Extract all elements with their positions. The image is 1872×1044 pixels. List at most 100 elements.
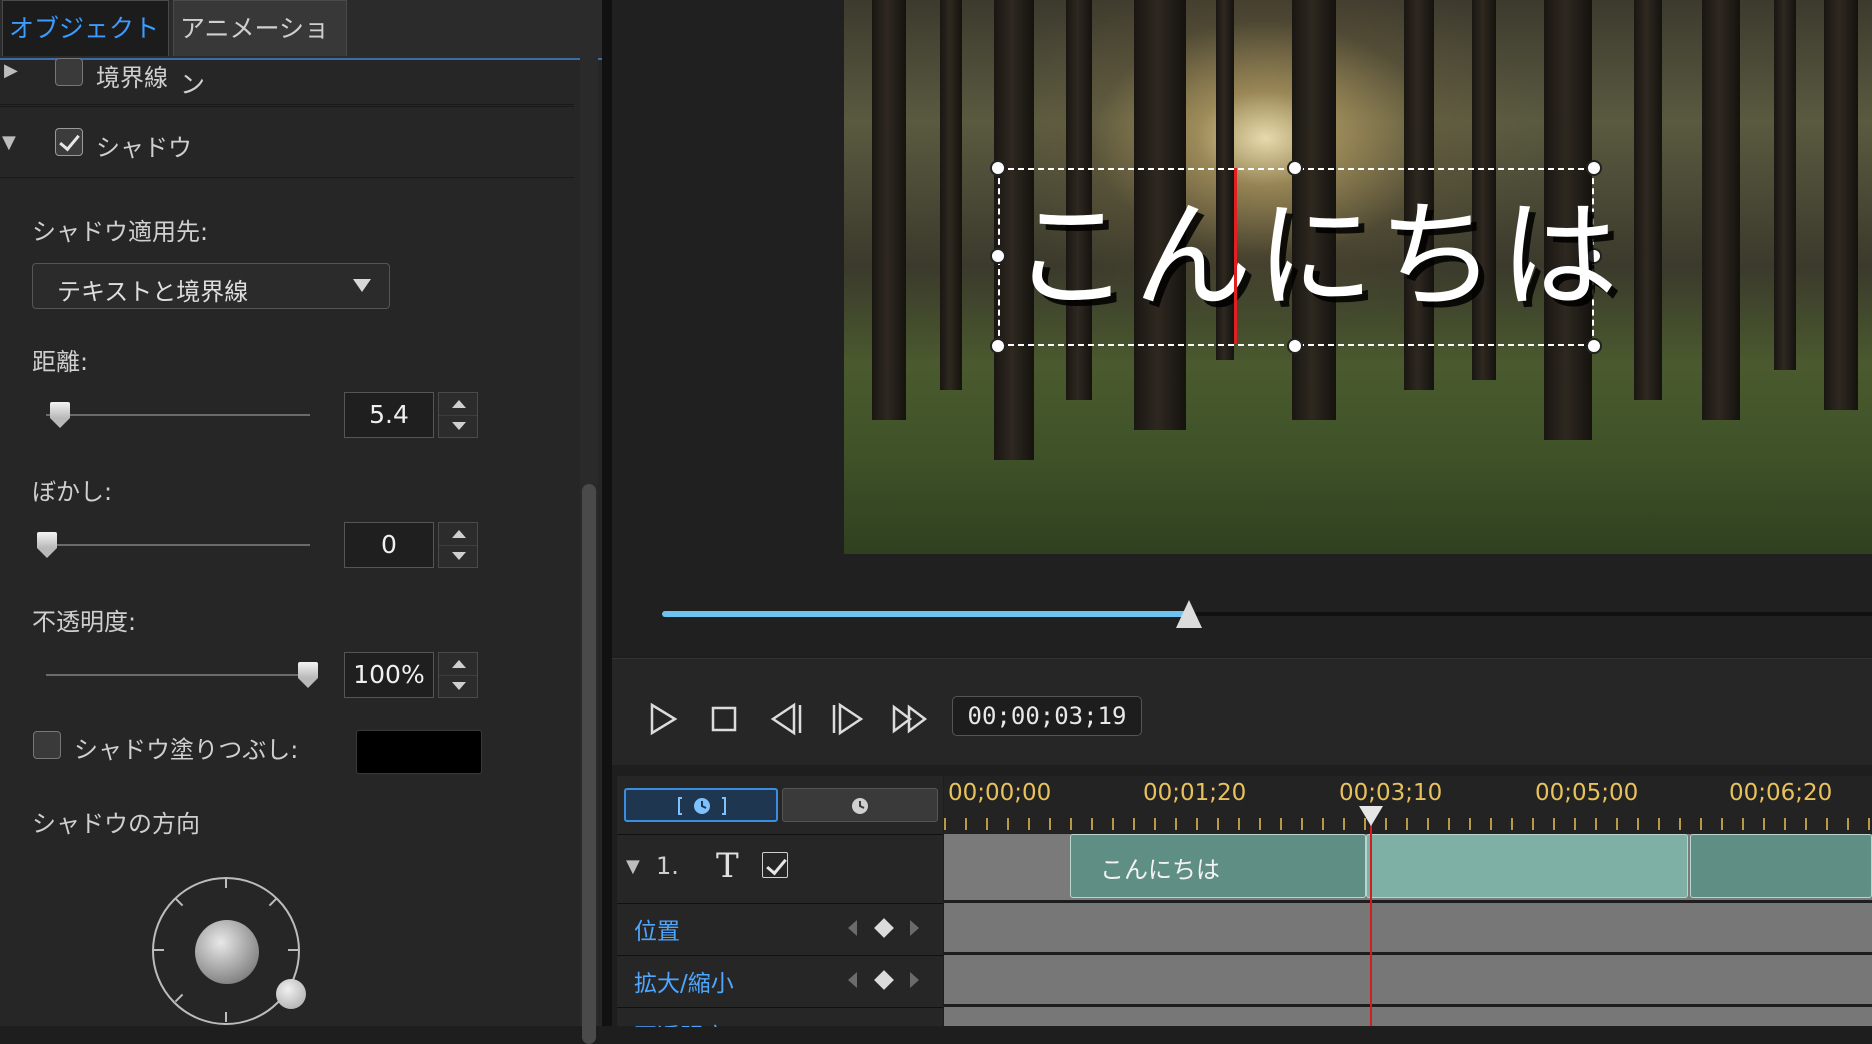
forest-trunk — [1634, 0, 1662, 400]
clip-mode-button[interactable] — [624, 788, 778, 822]
left-panel-scroll-thumb[interactable] — [582, 484, 596, 1044]
chevron-down-icon — [353, 279, 371, 292]
blur-stepper[interactable] — [438, 522, 478, 568]
dial-tick — [288, 949, 298, 951]
spin-up-icon[interactable] — [452, 530, 466, 538]
distance-input[interactable]: 5.4 — [344, 392, 434, 438]
property-row-opacity: 不透明度 — [617, 1007, 943, 1027]
opacity-label: 不透明度: — [32, 608, 137, 636]
spin-up-icon[interactable] — [452, 400, 466, 408]
opacity-slider-track[interactable] — [46, 674, 310, 676]
track-enable-checkbox[interactable] — [762, 852, 788, 878]
expand-border-icon[interactable]: ▶ — [4, 60, 18, 81]
overlay-text[interactable]: こんにちは — [1012, 160, 1622, 331]
shadow-apply-to-label: シャドウ適用先: — [32, 218, 209, 246]
forest-trunk — [1702, 0, 1740, 420]
resize-handle-bottom[interactable] — [1287, 338, 1303, 354]
text-clip-segment[interactable] — [1366, 834, 1688, 898]
previous-keyframe-icon[interactable] — [848, 972, 857, 988]
time-mode-button[interactable] — [782, 788, 938, 822]
next-keyframe-icon[interactable] — [910, 972, 919, 988]
shadow-fill-label: シャドウ塗りつぶし: — [74, 736, 299, 764]
blur-slider-track[interactable] — [46, 544, 310, 546]
clock-icon — [852, 798, 868, 814]
shadow-fill-color-swatch[interactable] — [356, 730, 482, 774]
ruler-label: 00;05;00 — [1535, 780, 1639, 806]
next-frame-icon[interactable] — [828, 699, 868, 739]
previous-keyframe-icon[interactable] — [848, 920, 857, 936]
blur-input[interactable]: 0 — [344, 522, 434, 568]
tab-animation[interactable]: アニメーション — [173, 0, 347, 99]
resize-handle-bottom-left[interactable] — [990, 338, 1006, 354]
forest-trunk — [872, 0, 906, 420]
fast-forward-icon[interactable] — [890, 699, 930, 739]
opacity-stepper[interactable] — [438, 652, 478, 698]
spin-down-icon[interactable] — [452, 682, 466, 690]
dial-knob[interactable] — [195, 920, 259, 984]
collapse-shadow-icon[interactable]: ▼ — [2, 132, 16, 153]
spin-up-icon[interactable] — [452, 660, 466, 668]
shadow-apply-to-dropdown[interactable]: テキストと境界線 — [32, 263, 390, 309]
panel-divider[interactable] — [602, 0, 612, 1026]
border-checkbox[interactable] — [55, 58, 83, 86]
dial-tick — [268, 897, 278, 907]
playhead-handle[interactable] — [1359, 806, 1383, 826]
spin-down-icon[interactable] — [452, 422, 466, 430]
stop-icon[interactable] — [704, 699, 744, 739]
stepper-divider — [439, 675, 477, 676]
opacity-keyframe-lane[interactable] — [944, 1007, 1872, 1026]
text-track-icon: T — [716, 846, 739, 886]
timecode-display[interactable]: 00;00;03;19 — [952, 696, 1142, 736]
tab-object[interactable]: オブジェクト — [2, 0, 169, 56]
forest-trunk — [1774, 0, 1796, 370]
opacity-slider-thumb[interactable] — [298, 662, 318, 688]
distance-stepper[interactable] — [438, 392, 478, 438]
stepper-divider — [439, 545, 477, 546]
dial-direction-handle[interactable] — [276, 979, 306, 1009]
resize-handle-left[interactable] — [990, 248, 1006, 264]
ruler-ticks — [944, 818, 1872, 830]
clip-label: こんにちは — [1100, 856, 1220, 884]
forest-trunk — [1824, 0, 1858, 410]
scale-keyframe-lane[interactable] — [944, 955, 1872, 1004]
blur-label: ぼかし: — [32, 478, 113, 506]
shadow-fill-checkbox[interactable] — [33, 731, 61, 759]
preview-scrubber-thumb[interactable] — [1176, 600, 1202, 628]
resize-handle-bottom-right[interactable] — [1586, 338, 1602, 354]
distance-slider-thumb[interactable] — [50, 402, 70, 428]
shadow-direction-label: シャドウの方向 — [32, 810, 200, 838]
dial-tick — [174, 897, 184, 907]
previous-frame-icon[interactable] — [766, 699, 806, 739]
ruler-label: 00;06;20 — [1729, 780, 1833, 806]
distance-label: 距離: — [32, 348, 89, 376]
shadow-checkbox[interactable] — [55, 128, 83, 156]
shadow-direction-dial[interactable] — [152, 877, 306, 1025]
stepper-divider — [439, 415, 477, 416]
left-panel-scrollbar[interactable] — [580, 58, 598, 1044]
property-label-scale[interactable]: 拡大/縮小 — [634, 964, 734, 998]
ruler-label: 00;01;20 — [1143, 780, 1247, 806]
ruler-label: 00;00;00 — [948, 780, 1052, 806]
text-cursor — [1234, 168, 1237, 344]
next-keyframe-icon[interactable] — [910, 920, 919, 936]
property-label-position[interactable]: 位置 — [634, 912, 680, 946]
play-icon[interactable] — [642, 699, 682, 739]
blur-slider-thumb[interactable] — [37, 532, 57, 558]
distance-slider-track[interactable] — [46, 414, 310, 416]
opacity-input[interactable]: 100% — [344, 652, 434, 698]
shadow-apply-to-value: テキストと境界線 — [57, 278, 249, 306]
playhead-line — [1370, 810, 1372, 1026]
track-number: 1. — [656, 852, 679, 880]
resize-handle-top-left[interactable] — [990, 160, 1006, 176]
ruler-label: 00;03;10 — [1339, 780, 1443, 806]
position-keyframe-lane[interactable] — [944, 903, 1872, 952]
shadow-section-header — [0, 106, 574, 178]
spin-down-icon[interactable] — [452, 552, 466, 560]
border-section-label: 境界線 — [96, 64, 168, 92]
text-clip-segment[interactable] — [1690, 834, 1872, 898]
collapse-track-icon[interactable]: ▼ — [626, 856, 640, 877]
dial-tick — [225, 878, 227, 888]
preview-scrubber-progress — [662, 611, 1188, 617]
dial-tick — [154, 949, 164, 951]
border-section-header — [0, 58, 574, 105]
